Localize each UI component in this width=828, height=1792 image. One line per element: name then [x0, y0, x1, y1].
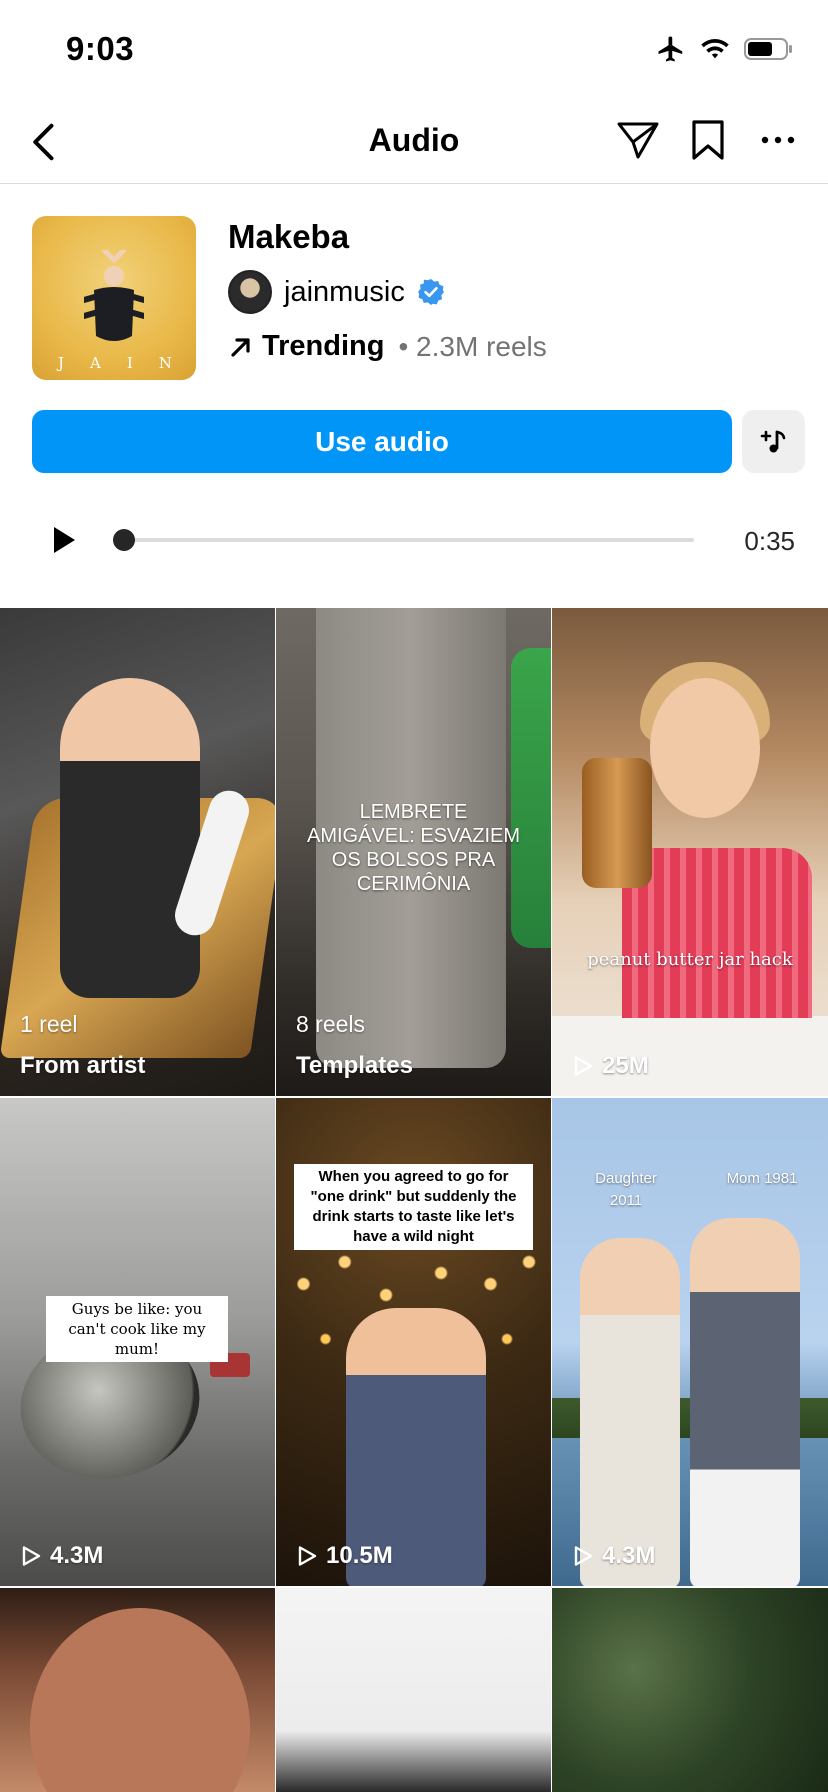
- trending-arrow-icon: [231, 337, 250, 357]
- play-outline-icon: [574, 1056, 593, 1076]
- track-title: Makeba: [228, 218, 350, 255]
- reel-tile[interactable]: [276, 1588, 551, 1792]
- tile-image-subject: [690, 1218, 800, 1586]
- airplane-icon: [658, 36, 683, 62]
- reel-tile[interactable]: LEMBRETE AMIGÁVEL: ESVAZIEM OS BOLSOS PR…: [276, 608, 551, 1096]
- status-icons: [656, 34, 794, 64]
- tile-views-count: 25M: [602, 1052, 649, 1079]
- tile-views-count: 10.5M: [326, 1542, 393, 1569]
- artist-row[interactable]: jainmusic: [228, 270, 445, 314]
- tile-views-count: 4.3M: [50, 1542, 104, 1569]
- tile-caption: When you agreed to go for "one drink" bu…: [294, 1164, 533, 1250]
- avatar[interactable]: [228, 270, 272, 314]
- use-audio-button[interactable]: Use audio: [32, 410, 732, 473]
- battery-icon: [744, 38, 792, 60]
- reel-tile[interactable]: Daughter 2011 Mom 1981 4.3M: [552, 1098, 828, 1586]
- nav-bar: Audio: [0, 100, 828, 184]
- reels-count: • 2.3M reels: [398, 330, 547, 362]
- reel-tile[interactable]: peanut butter jar hack 25M: [552, 608, 828, 1096]
- album-figure: [84, 250, 144, 341]
- nav-actions: [614, 116, 802, 164]
- album-art[interactable]: JAIN: [32, 216, 196, 380]
- play-icon: [54, 527, 75, 553]
- more-icon: [761, 136, 795, 144]
- trend-label: Trending: [262, 330, 385, 362]
- tile-reels-count: 8 reels: [296, 1011, 366, 1037]
- trend-row: Trending • 2.3M reels: [228, 330, 547, 363]
- status-bar: 9:03: [0, 0, 828, 100]
- tile-image-detail: [511, 648, 551, 948]
- tile-views: 4.3M: [572, 1542, 655, 1570]
- tile-caption: Guys be like: you can't cook like my mum…: [46, 1296, 228, 1362]
- album-text: JAIN: [58, 354, 196, 372]
- wifi-icon: [701, 39, 729, 59]
- play-outline-icon: [22, 1546, 41, 1566]
- share-button[interactable]: [614, 116, 662, 164]
- reel-tile[interactable]: When you agreed to go for "one drink" bu…: [276, 1098, 551, 1586]
- play-outline-icon: [298, 1546, 317, 1566]
- progress-slider[interactable]: [113, 529, 694, 551]
- verified-badge-icon: [417, 279, 444, 305]
- duration-label: 0:35: [744, 526, 795, 556]
- tile-label-text: From artist: [20, 1052, 146, 1079]
- tile-image-subject: [580, 1238, 680, 1586]
- tile-caption: peanut butter jar hack: [587, 949, 793, 970]
- artist-name[interactable]: jainmusic: [284, 276, 405, 309]
- save-button[interactable]: [684, 116, 732, 164]
- add-to-music-button[interactable]: [742, 410, 805, 473]
- reel-tile[interactable]: Guys be like: you can't cook like my mum…: [0, 1098, 275, 1586]
- tile-views-count: 4.3M: [602, 1542, 656, 1569]
- send-icon: [617, 122, 659, 159]
- play-button[interactable]: [44, 520, 84, 560]
- tile-label-text: Templates: [296, 1052, 413, 1079]
- tile-label: From artist: [20, 1052, 145, 1080]
- tile-views: 25M: [572, 1052, 649, 1080]
- play-outline-icon: [574, 1546, 593, 1566]
- tile-image-subject: [60, 678, 200, 998]
- tile-caption-left: Daughter 2011: [595, 1170, 657, 1209]
- tile-caption: LEMBRETE AMIGÁVEL: ESVAZIEM OS BOLSOS PR…: [306, 801, 521, 895]
- tile-views: 10.5M: [296, 1542, 393, 1570]
- progress-knob[interactable]: [113, 529, 135, 551]
- tile-image: [30, 1608, 250, 1792]
- reel-tile[interactable]: [0, 1588, 275, 1792]
- status-time: 9:03: [66, 30, 135, 67]
- tile-label: Templates: [296, 1052, 413, 1080]
- tile-reels-count: 1 reel: [20, 1011, 78, 1037]
- reel-tile[interactable]: 1 reel From artist: [0, 608, 275, 1096]
- add-music-icon: [760, 430, 785, 452]
- reel-tile[interactable]: [552, 1588, 828, 1792]
- tile-caption-right: Mom 1981: [726, 1170, 798, 1187]
- tile-image-prop: [582, 758, 652, 888]
- bookmark-icon: [692, 120, 724, 160]
- more-button[interactable]: [754, 116, 802, 164]
- tile-views: 4.3M: [20, 1542, 103, 1570]
- reels-grid: 1 reel From artist LEMBRETE AMIGÁVEL: ES…: [0, 608, 828, 1792]
- tile-image-subject: [650, 678, 760, 818]
